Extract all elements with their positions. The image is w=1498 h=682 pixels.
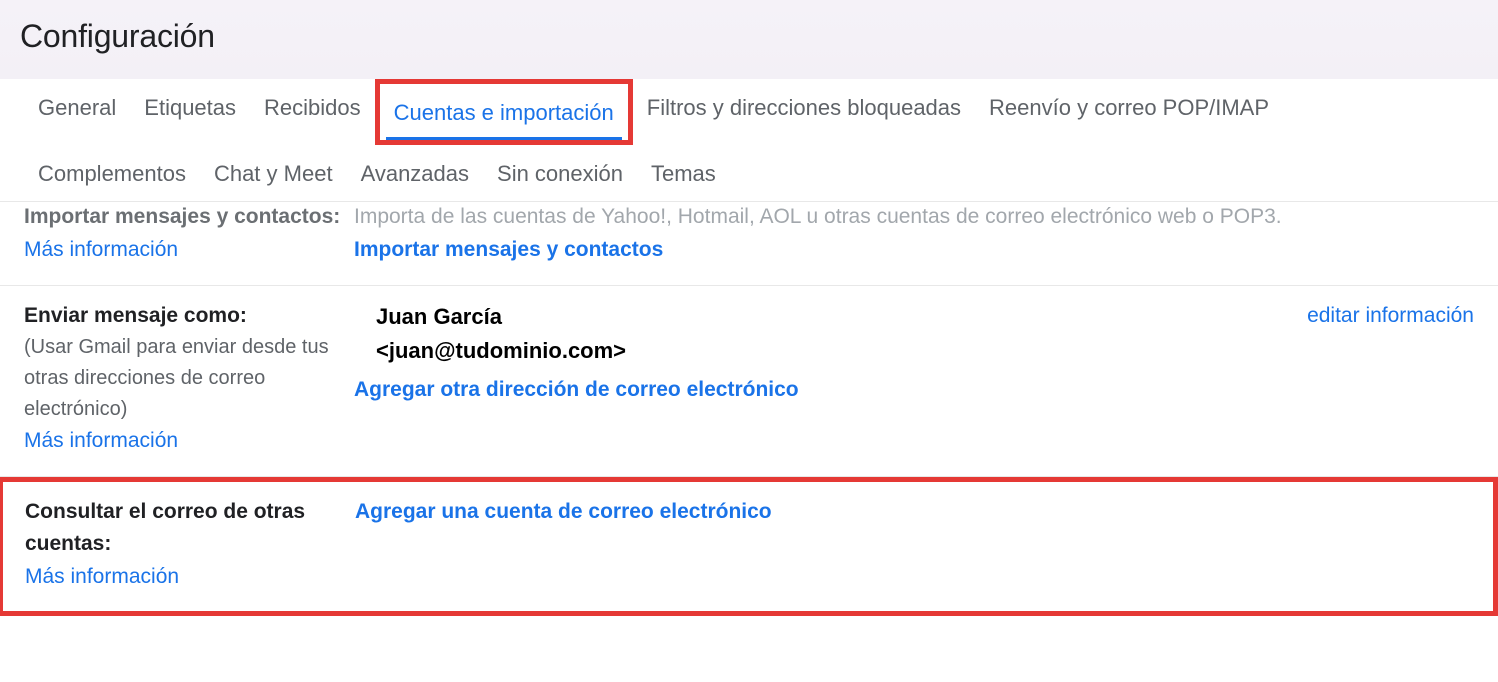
section-import-label: Importar mensajes y contactos: Más infor… <box>24 206 354 267</box>
tab-chat-meet[interactable]: Chat y Meet <box>200 145 347 201</box>
section-send-as: Enviar mensaje como: (Usar Gmail para en… <box>0 285 1498 476</box>
section-send-as-body: Juan García <juan@tudominio.com> Agregar… <box>354 300 1287 458</box>
send-as-subtitle: (Usar Gmail para enviar desde tus otras … <box>24 332 342 425</box>
import-description: Importa de las cuentas de Yahoo!, Hotmai… <box>354 206 1282 234</box>
settings-tabs: General Etiquetas Recibidos Cuentas e im… <box>0 79 1498 202</box>
section-check-mail: Consultar el correo de otras cuentas: Má… <box>3 482 889 612</box>
send-as-title: Enviar mensaje como: <box>24 300 342 333</box>
send-as-identity-email: <juan@tudominio.com> <box>376 334 1287 368</box>
highlight-check-mail: Consultar el correo de otras cuentas: Má… <box>0 477 1498 617</box>
header-bar: Configuración <box>0 0 1498 79</box>
tab-sin-conexion[interactable]: Sin conexión <box>483 145 637 201</box>
tab-etiquetas[interactable]: Etiquetas <box>130 79 250 145</box>
edit-info-link[interactable]: editar información <box>1307 304 1474 327</box>
section-check-mail-body: Agregar una cuenta de correo electrónico <box>355 496 865 594</box>
tab-avanzadas[interactable]: Avanzadas <box>347 145 483 201</box>
page-title: Configuración <box>20 18 1478 55</box>
tab-filtros[interactable]: Filtros y direcciones bloqueadas <box>633 79 975 145</box>
section-send-as-label: Enviar mensaje como: (Usar Gmail para en… <box>24 300 354 458</box>
highlight-accounts-tab: Cuentas e importación <box>375 79 633 145</box>
import-title: Importar mensajes y contactos: <box>24 206 340 234</box>
add-another-email-link[interactable]: Agregar otra dirección de correo electró… <box>354 378 799 401</box>
tab-cuentas-importacion[interactable]: Cuentas e importación <box>380 84 628 140</box>
send-as-learn-more-link[interactable]: Más información <box>24 429 178 452</box>
section-import-body: Importa de las cuentas de Yahoo!, Hotmai… <box>354 206 1474 267</box>
tab-complementos[interactable]: Complementos <box>24 145 200 201</box>
tabs-row-1: General Etiquetas Recibidos Cuentas e im… <box>24 79 1474 145</box>
section-import-messages: Importar mensajes y contactos: Más infor… <box>0 202 1498 285</box>
tab-reenvio-pop-imap[interactable]: Reenvío y correo POP/IMAP <box>975 79 1283 145</box>
check-mail-title: Consultar el correo de otras cuentas: <box>25 496 343 561</box>
send-as-identity-name: Juan García <box>376 300 1287 334</box>
section-check-mail-label: Consultar el correo de otras cuentas: Má… <box>25 496 355 594</box>
section-send-as-actions: editar información <box>1287 300 1474 458</box>
import-messages-contacts-link[interactable]: Importar mensajes y contactos <box>354 238 663 261</box>
add-mail-account-link[interactable]: Agregar una cuenta de correo electrónico <box>355 500 772 523</box>
section-check-mail-wrapper: Consultar el correo de otras cuentas: Má… <box>0 476 1498 617</box>
settings-content: Importar mensajes y contactos: Más infor… <box>0 202 1498 616</box>
tab-temas[interactable]: Temas <box>637 145 730 201</box>
tab-recibidos[interactable]: Recibidos <box>250 79 375 145</box>
import-learn-more-link[interactable]: Más información <box>24 238 178 261</box>
tab-general[interactable]: General <box>24 79 130 145</box>
check-mail-learn-more-link[interactable]: Más información <box>25 565 179 588</box>
tabs-row-2: Complementos Chat y Meet Avanzadas Sin c… <box>24 145 1474 201</box>
